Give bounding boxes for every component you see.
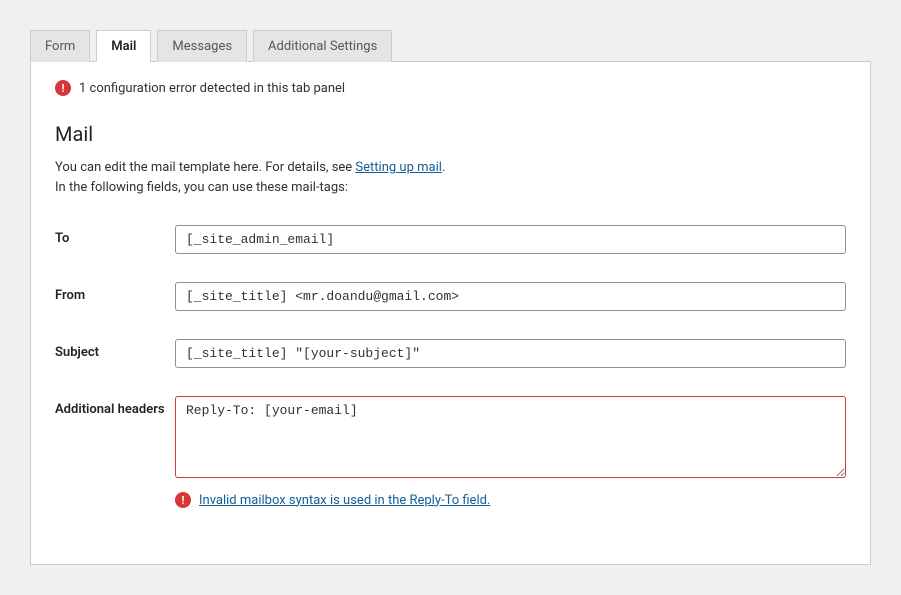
tab-label: Additional Settings [268, 39, 377, 54]
form-rows: To From Subject Additional headers Reply… [55, 225, 846, 508]
tab-panel-mail: ! 1 configuration error detected in this… [30, 61, 871, 565]
row-subject: Subject [55, 339, 846, 368]
desc-prefix: You can edit the mail template here. For… [55, 160, 355, 175]
field-additional-headers: Reply-To: [your-email] ! Invalid mailbox… [175, 396, 846, 508]
subject-input[interactable] [175, 339, 846, 368]
tab-messages[interactable]: Messages [157, 30, 247, 62]
field-from [175, 282, 846, 311]
error-icon: ! [55, 80, 71, 96]
tab-label: Form [45, 39, 75, 54]
additional-headers-textarea[interactable]: Reply-To: [your-email] [175, 396, 846, 478]
setting-up-mail-link[interactable]: Setting up mail [355, 160, 441, 175]
section-title: Mail [55, 122, 846, 146]
label-from: From [55, 282, 175, 303]
additional-headers-error: ! Invalid mailbox syntax is used in the … [175, 492, 846, 508]
label-to: To [55, 225, 175, 246]
error-link[interactable]: Invalid mailbox syntax is used in the Re… [199, 493, 490, 508]
field-to [175, 225, 846, 254]
row-additional-headers: Additional headers Reply-To: [your-email… [55, 396, 846, 508]
label-subject: Subject [55, 339, 175, 360]
tab-label: Mail [111, 39, 136, 54]
tab-additional-settings[interactable]: Additional Settings [253, 30, 392, 62]
from-input[interactable] [175, 282, 846, 311]
field-subject [175, 339, 846, 368]
tab-bar: Form Mail Messages Additional Settings [30, 30, 871, 62]
label-additional-headers: Additional headers [55, 396, 175, 417]
desc-line2: In the following fields, you can use the… [55, 180, 348, 195]
desc-suffix: . [442, 160, 445, 175]
to-input[interactable] [175, 225, 846, 254]
row-to: To [55, 225, 846, 254]
config-error-alert: ! 1 configuration error detected in this… [55, 80, 846, 104]
tab-label: Messages [172, 39, 232, 54]
section-description: You can edit the mail template here. For… [55, 158, 846, 197]
tab-mail[interactable]: Mail [96, 30, 151, 62]
tab-form[interactable]: Form [30, 30, 90, 62]
alert-text: 1 configuration error detected in this t… [79, 81, 345, 96]
row-from: From [55, 282, 846, 311]
error-icon: ! [175, 492, 191, 508]
